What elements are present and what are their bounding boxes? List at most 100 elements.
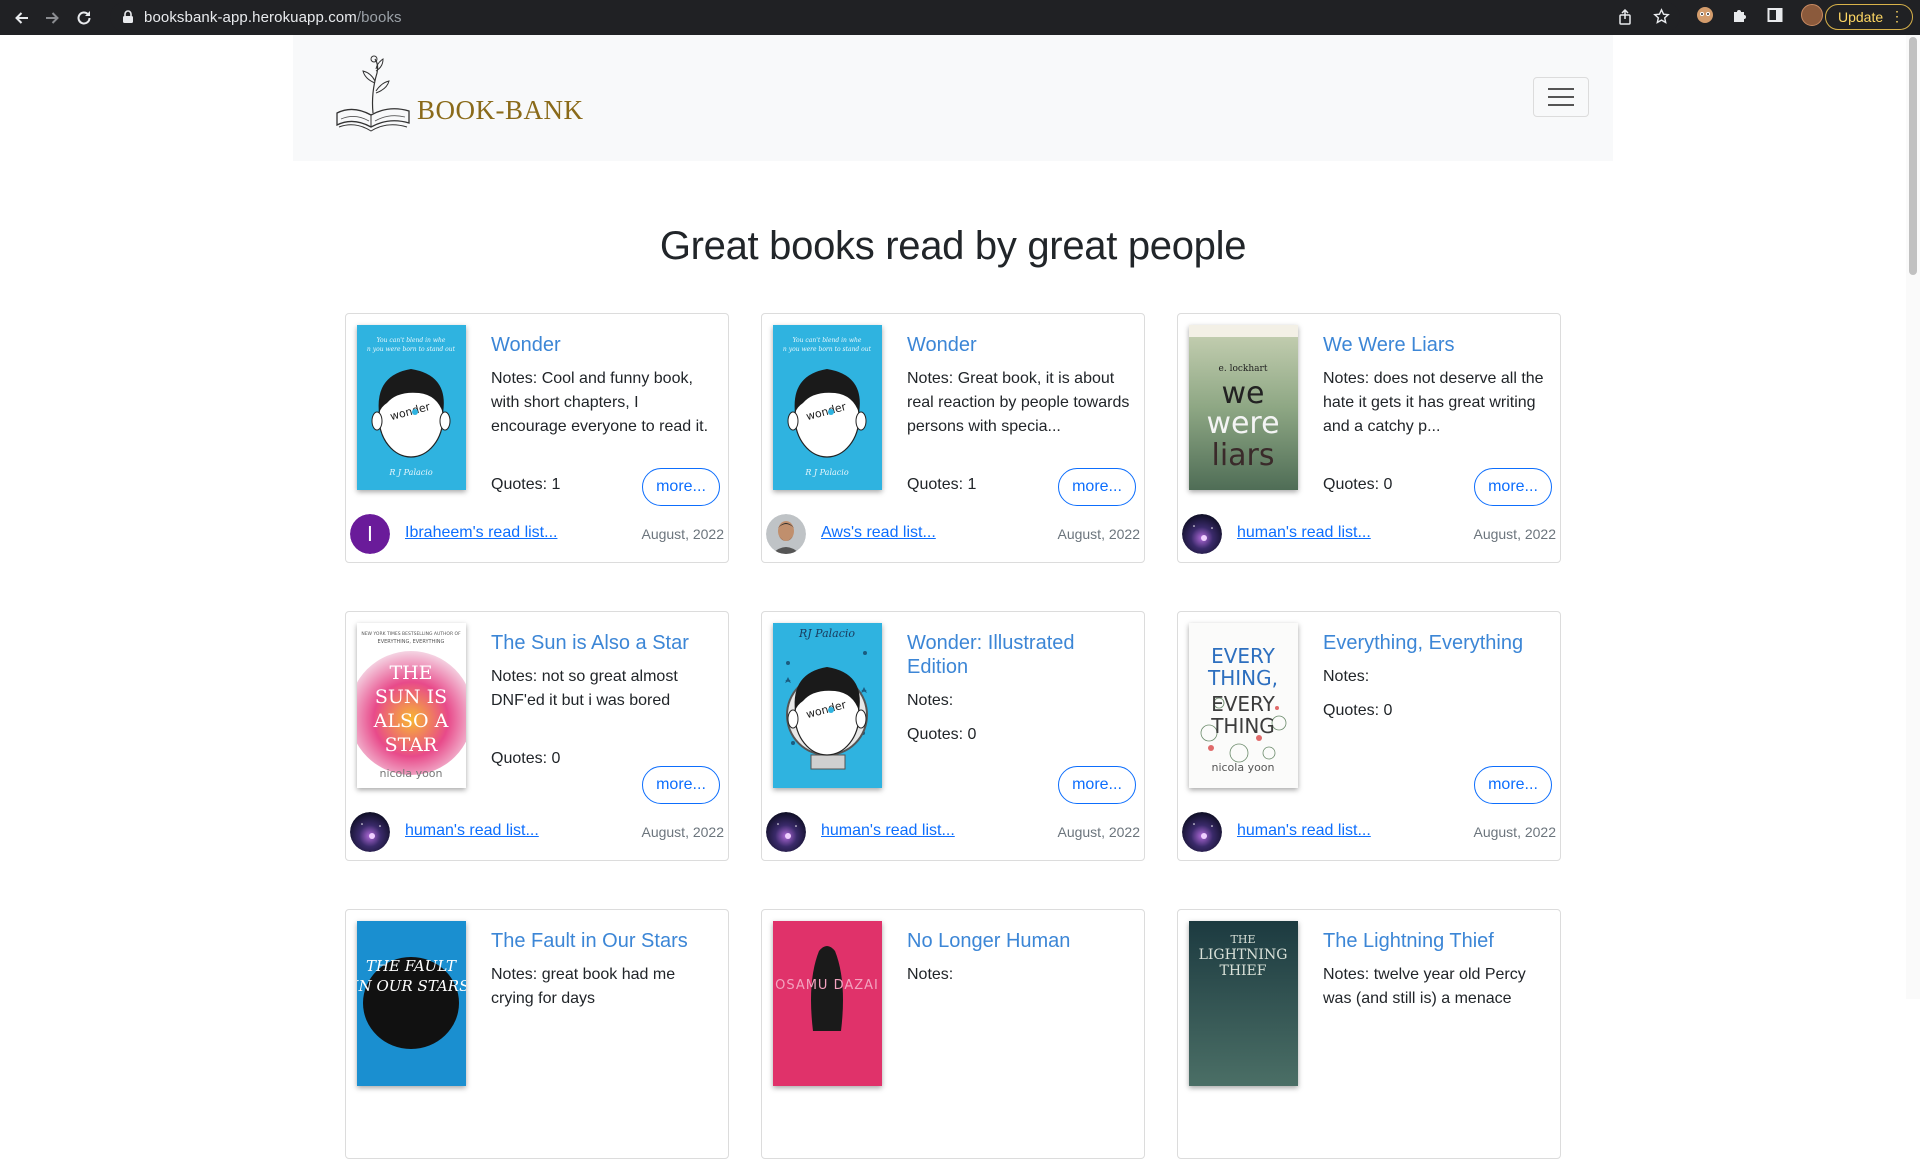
- more-button[interactable]: more...: [642, 766, 720, 804]
- book-cover-image[interactable]: THE LIGHTNING THIEF: [1189, 921, 1298, 1086]
- svg-text:You can't blend in whe: You can't blend in whe: [377, 337, 446, 344]
- book-card: OSAMU DAZAI No Longer Human Notes:: [761, 909, 1145, 1159]
- book-notes: Notes: great book had me crying for days: [491, 966, 676, 1007]
- book-title-link[interactable]: The Sun is Also a Star: [491, 631, 716, 655]
- book-notes: Notes:: [907, 966, 954, 983]
- book-title-link[interactable]: The Fault in Our Stars: [491, 929, 716, 953]
- svg-text:RJ Palacio: RJ Palacio: [798, 627, 855, 640]
- book-cover-image[interactable]: EVERY THING, EVERY THING nicola yoon: [1189, 623, 1298, 788]
- book-title-link[interactable]: Wonder: [907, 333, 1132, 357]
- svg-text:You can't blend in whe: You can't blend in whe: [793, 337, 862, 344]
- book-title-link[interactable]: Everything, Everything: [1323, 631, 1548, 655]
- book-cover-image[interactable]: You can't blend in whe n you were born t…: [773, 325, 882, 490]
- more-button[interactable]: more...: [1474, 766, 1552, 804]
- read-list-link[interactable]: human's read list...: [821, 822, 955, 840]
- book-title-link[interactable]: We Were Liars: [1323, 333, 1548, 357]
- svg-text:THE: THE: [1231, 933, 1256, 946]
- more-button[interactable]: more...: [642, 468, 720, 506]
- share-icon[interactable]: [1617, 8, 1633, 30]
- book-notes: Notes: not so great almost DNF'ed it but…: [491, 668, 678, 709]
- hamburger-icon-line: [1548, 88, 1574, 90]
- more-button[interactable]: more...: [1474, 468, 1552, 506]
- book-quotes-count: Quotes: 0: [907, 726, 977, 743]
- book-card: You can't blend in whe n you were born t…: [761, 313, 1145, 563]
- svg-text:liars: liars: [1211, 438, 1274, 473]
- more-vert-icon[interactable]: ⋮: [1890, 8, 1904, 24]
- read-list-link[interactable]: human's read list...: [1237, 822, 1371, 840]
- lock-icon: [120, 9, 136, 25]
- svg-text:e. lockhart: e. lockhart: [1219, 364, 1268, 374]
- navbar-toggler-button[interactable]: [1533, 77, 1589, 117]
- book-cover-image[interactable]: NEW YORK TIMES BESTSELLING AUTHOR OF EVE…: [357, 623, 466, 788]
- book-notes: Notes: Great book, it is about real reac…: [907, 370, 1130, 435]
- book-quotes-count: Quotes: 0: [1323, 702, 1393, 719]
- extension-face-icon[interactable]: [1696, 6, 1714, 24]
- book-title-link[interactable]: No Longer Human: [907, 929, 1132, 953]
- book-notes: Notes:: [1323, 668, 1370, 685]
- more-button[interactable]: more...: [1058, 766, 1136, 804]
- book-cover-image[interactable]: wonder RJ Palacio: [773, 623, 882, 788]
- svg-text:THE FAULT: THE FAULT: [366, 957, 457, 975]
- book-cover-image[interactable]: e. lockhart we were liars: [1189, 325, 1298, 490]
- side-panel-icon[interactable]: [1766, 6, 1784, 24]
- book-card: NEW YORK TIMES BESTSELLING AUTHOR OF EVE…: [345, 611, 729, 861]
- book-card: EVERY THING, EVERY THING nicola yoon Eve…: [1177, 611, 1561, 861]
- book-cover-image[interactable]: You can't blend in whe n you were born t…: [357, 325, 466, 490]
- user-avatar[interactable]: [1182, 514, 1222, 554]
- book-title-link[interactable]: The Lightning Thief: [1323, 929, 1548, 953]
- svg-text:ALSO A: ALSO A: [373, 710, 449, 732]
- read-list-link[interactable]: human's read list...: [1237, 524, 1371, 542]
- update-button[interactable]: Update ⋮: [1825, 4, 1913, 30]
- svg-text:were: were: [1206, 406, 1279, 441]
- profile-avatar[interactable]: [1801, 4, 1823, 26]
- user-avatar[interactable]: [766, 514, 806, 554]
- card-date: August, 2022: [641, 824, 724, 840]
- book-title-link[interactable]: Wonder: Illustrated Edition: [907, 631, 1132, 679]
- book-card: e. lockhart we were liars We Were Liars N…: [1177, 313, 1561, 563]
- book-card: You can't blend in whe n you were born t…: [345, 313, 729, 563]
- bookmark-star-icon[interactable]: [1653, 8, 1670, 30]
- puzzle-extensions-icon[interactable]: [1731, 6, 1749, 24]
- svg-text:n you were born to stand out: n you were born to stand out: [367, 346, 456, 353]
- scrollbar-thumb[interactable]: [1909, 37, 1917, 275]
- user-avatar[interactable]: [766, 812, 806, 852]
- svg-text:nicola yoon: nicola yoon: [1211, 761, 1274, 774]
- read-list-link[interactable]: Aws's read list...: [821, 524, 936, 542]
- book-quotes-count: Quotes: 0: [491, 750, 561, 767]
- svg-text:NEW YORK TIMES BESTSELLING AUT: NEW YORK TIMES BESTSELLING AUTHOR OF: [361, 631, 461, 637]
- read-list-link[interactable]: Ibraheem's read list...: [405, 524, 557, 542]
- read-list-link[interactable]: human's read list...: [405, 822, 539, 840]
- user-avatar[interactable]: [1182, 812, 1222, 852]
- back-icon[interactable]: [8, 4, 36, 32]
- card-date: August, 2022: [1057, 824, 1140, 840]
- svg-text:EVERY: EVERY: [1211, 644, 1276, 668]
- book-logo-icon[interactable]: [333, 53, 413, 143]
- svg-text:LIGHTNING: LIGHTNING: [1199, 947, 1288, 963]
- url-text: booksbank-app.herokuapp.com/books: [144, 8, 402, 26]
- book-card: wonder RJ Palacio Wonder: Illustrated Ed…: [761, 611, 1145, 861]
- book-title-link[interactable]: Wonder: [491, 333, 716, 357]
- forward-icon[interactable]: [38, 4, 66, 32]
- book-notes: Notes: twelve year old Percy was (and st…: [1323, 966, 1526, 1007]
- svg-text:R J Palacio: R J Palacio: [804, 468, 848, 477]
- book-quotes-count: Quotes: 0: [1323, 476, 1393, 493]
- svg-text:I: I: [367, 522, 373, 546]
- svg-text:STAR: STAR: [385, 734, 438, 756]
- svg-text:nicola yoon: nicola yoon: [379, 767, 442, 780]
- book-cover-image[interactable]: OSAMU DAZAI: [773, 921, 882, 1086]
- svg-text:n you were born to stand out: n you were born to stand out: [783, 346, 872, 353]
- book-cover-image[interactable]: THE FAULT IN OUR STARS: [357, 921, 466, 1086]
- user-avatar[interactable]: I: [350, 514, 390, 554]
- brand-name[interactable]: BOOK-BANK: [417, 95, 584, 126]
- address-bar[interactable]: booksbank-app.herokuapp.com/books: [110, 2, 1680, 32]
- svg-text:THING: THING: [1210, 714, 1275, 738]
- book-quotes-count: Quotes: 1: [907, 476, 977, 493]
- svg-text:SUN IS: SUN IS: [375, 686, 447, 708]
- book-notes: Notes: does not deserve all the hate it …: [1323, 370, 1544, 435]
- svg-text:R J Palacio: R J Palacio: [388, 468, 432, 477]
- user-avatar[interactable]: [350, 812, 390, 852]
- book-quotes-count: Quotes: 1: [491, 476, 561, 493]
- more-button[interactable]: more...: [1058, 468, 1136, 506]
- reload-icon[interactable]: [70, 4, 98, 32]
- page-scrollbar[interactable]: [1906, 35, 1920, 999]
